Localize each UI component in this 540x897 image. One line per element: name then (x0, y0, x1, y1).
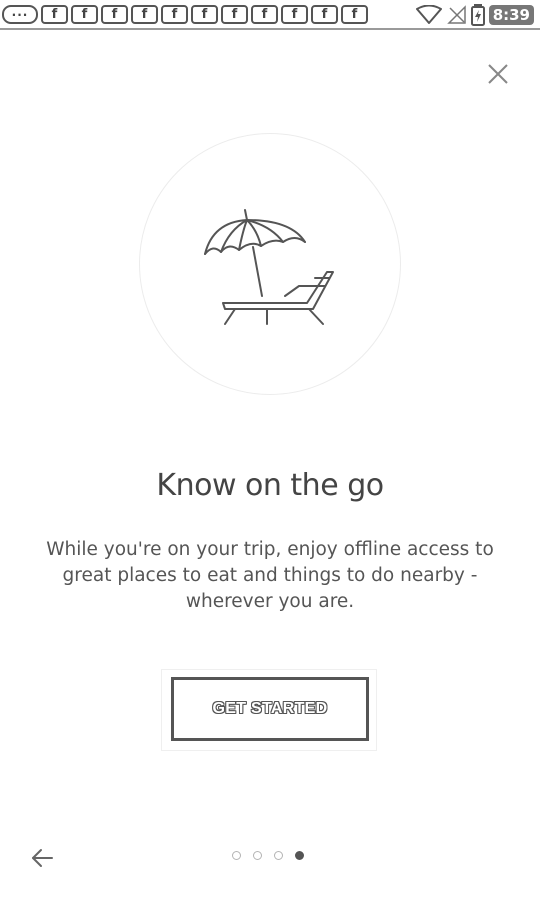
facebook-icon: f (131, 5, 158, 24)
arrow-left-icon (32, 849, 53, 867)
get-started-label: GET STARTED (212, 700, 328, 717)
facebook-icon: f (281, 5, 308, 24)
page-dot-2[interactable] (253, 851, 262, 860)
facebook-icon: f (191, 5, 218, 24)
close-icon (488, 64, 508, 84)
system-icons: 8:39 (415, 4, 534, 26)
back-button[interactable] (26, 842, 58, 874)
facebook-icon: f (71, 5, 98, 24)
status-bar: ··· f f f f f f f f f f f 8:39 (0, 0, 540, 30)
facebook-icon: f (311, 5, 338, 24)
notification-icons: ··· f f f f f f f f f f f (2, 5, 368, 24)
facebook-icon: f (101, 5, 128, 24)
battery-charging-icon (470, 4, 485, 26)
facebook-icon: f (251, 5, 278, 24)
facebook-icon: f (41, 5, 68, 24)
facebook-icon: f (221, 5, 248, 24)
get-started-button[interactable]: GET STARTED (171, 677, 369, 741)
page-dot-1[interactable] (232, 851, 241, 860)
beach-umbrella-lounger-icon (204, 209, 334, 325)
page-indicator (232, 851, 304, 860)
facebook-icon: f (161, 5, 188, 24)
status-time: 8:39 (488, 5, 534, 25)
facebook-icon: f (341, 5, 368, 24)
page-dot-4-active[interactable] (295, 851, 304, 860)
no-signal-icon (446, 5, 466, 24)
more-notifications-icon: ··· (2, 5, 38, 24)
page-dot-3[interactable] (274, 851, 283, 860)
page-description: While you're on your trip, enjoy offline… (46, 539, 494, 612)
close-button[interactable] (480, 56, 516, 92)
wifi-icon (415, 5, 442, 24)
page-title: Know on the go (156, 468, 384, 503)
